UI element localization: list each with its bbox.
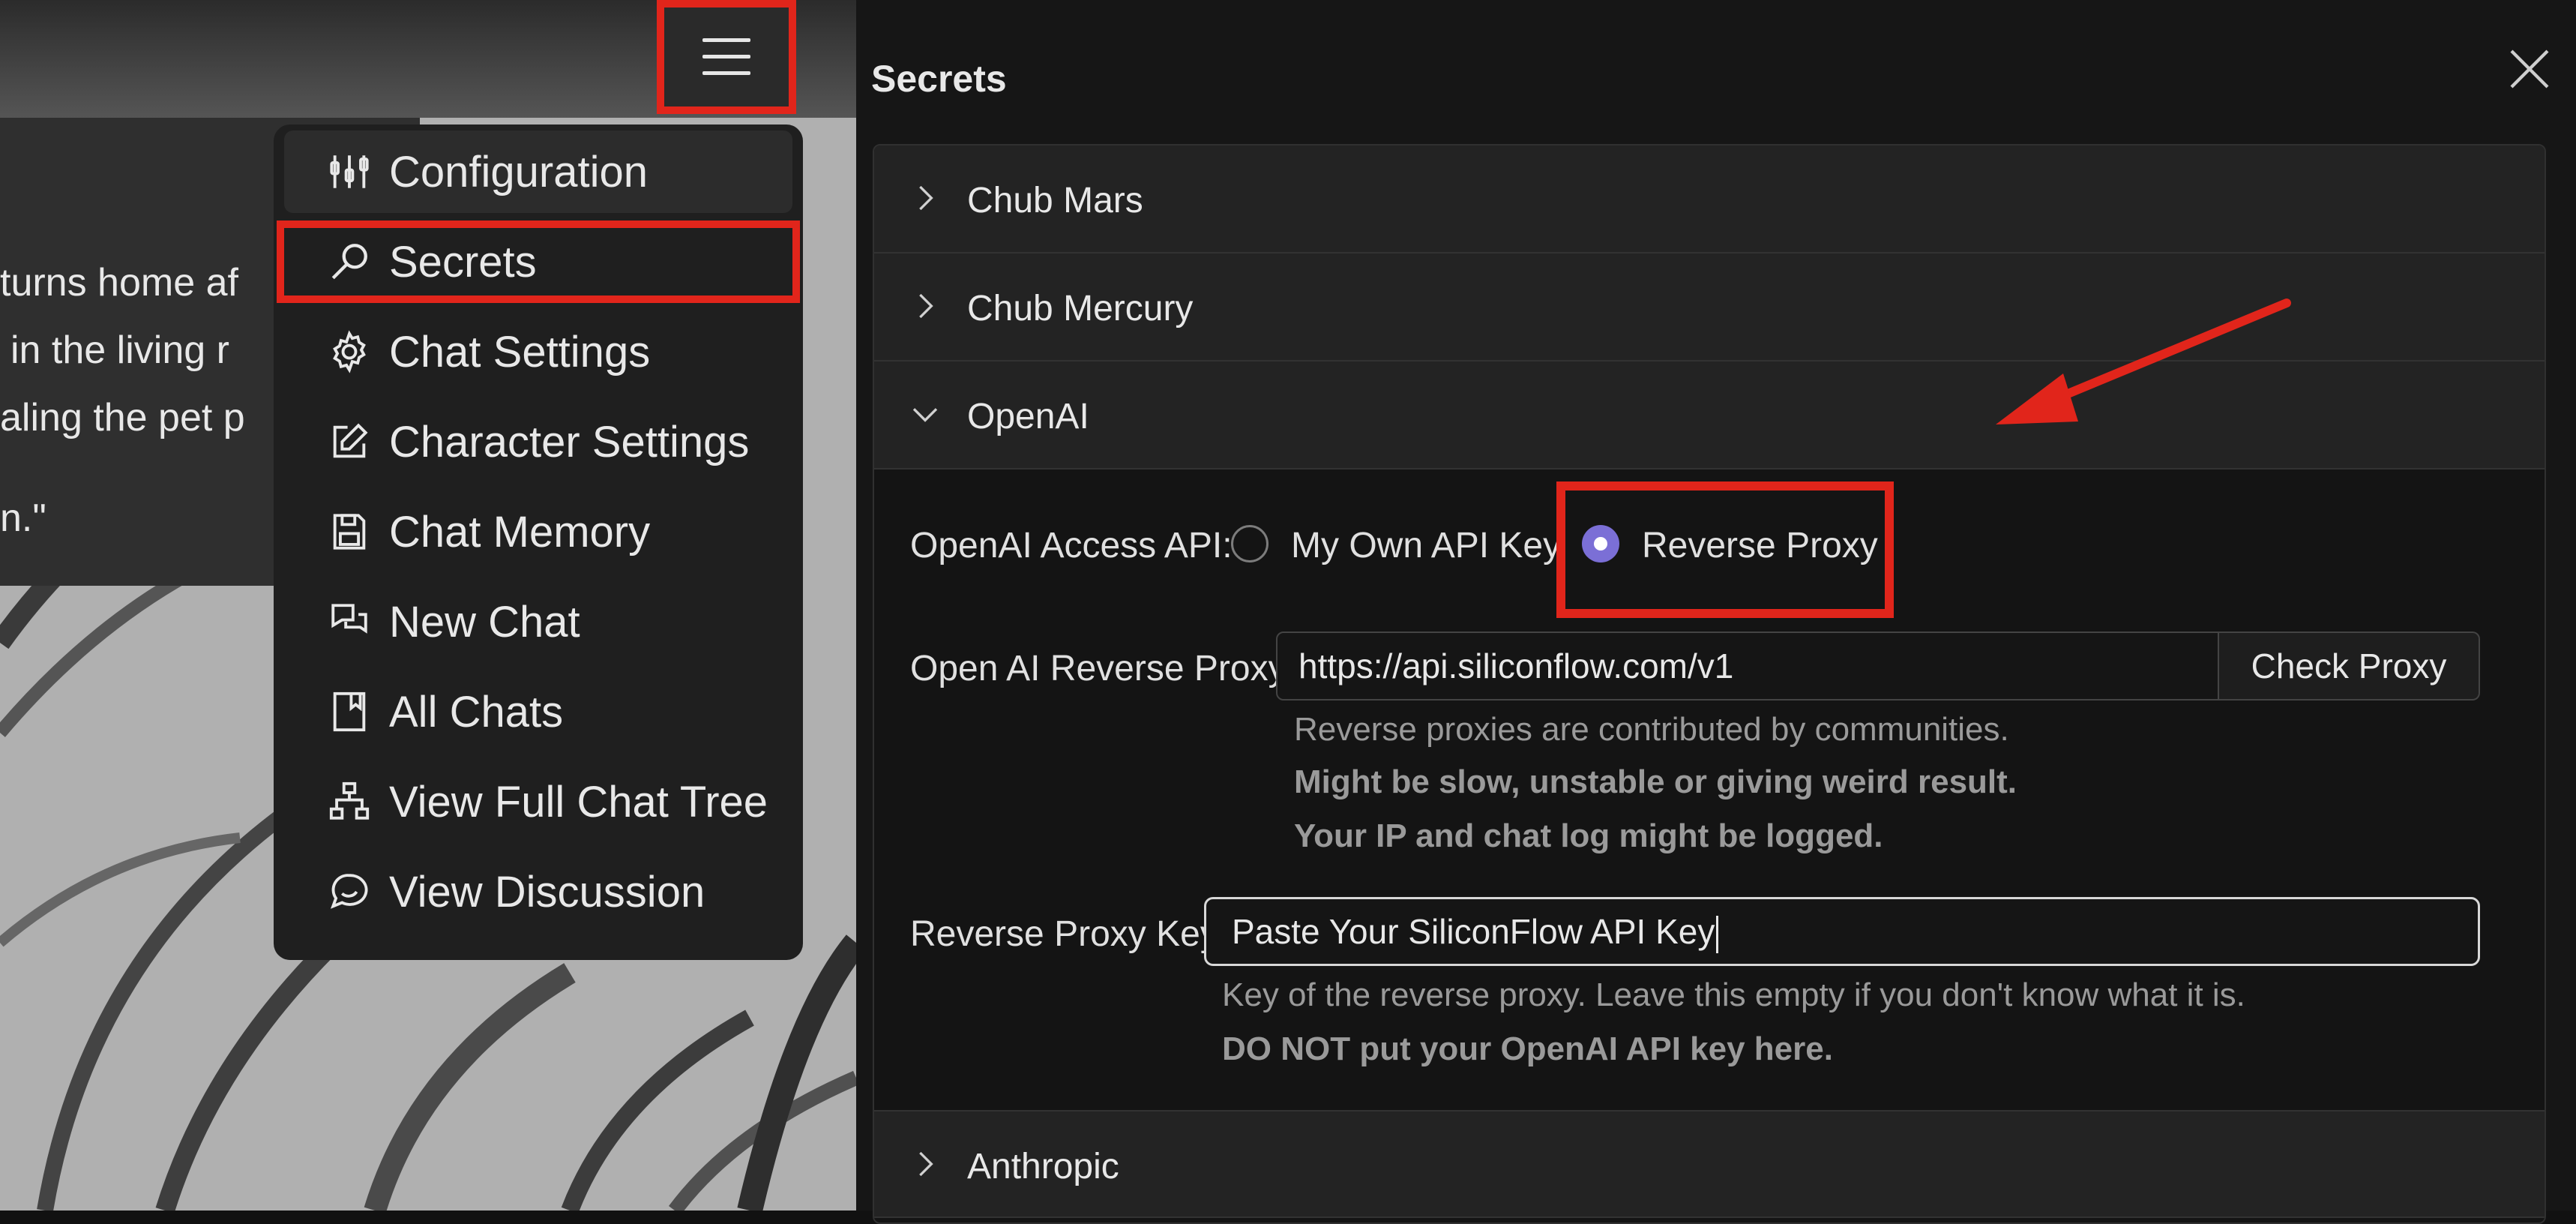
chat-bubbles-icon xyxy=(331,604,367,634)
chat-text-line: turns home af xyxy=(0,261,238,304)
bookmark-icon xyxy=(333,692,366,732)
sliders-icon xyxy=(330,155,369,188)
menu-item-label: Chat Memory xyxy=(389,507,651,556)
chat-text-line: n." xyxy=(0,496,46,540)
proxy-key-label: Reverse Proxy Key: xyxy=(910,914,1229,954)
menu-item-new-chat[interactable]: New Chat xyxy=(284,580,792,663)
chat-text-line: aling the pet p xyxy=(0,396,245,440)
menu-item-all-chats[interactable]: All Chats xyxy=(284,670,792,753)
menu-item-label: Secrets xyxy=(389,237,537,286)
proxy-key-hint: Key of the reverse proxy. Leave this emp… xyxy=(1222,976,2245,1013)
annotation-arrow xyxy=(1996,298,2291,424)
proxy-url-label: Open AI Reverse Proxy: xyxy=(910,649,1296,688)
menu-item-view-full-chat-tree[interactable]: View Full Chat Tree xyxy=(284,760,792,843)
chevron-down-icon xyxy=(912,408,938,422)
section-label: Chub Mercury xyxy=(967,289,1194,328)
proxy-key-value: Paste Your SiliconFlow API Key xyxy=(1232,912,1715,951)
options-menu: Configuration Secrets Chat Settings Char… xyxy=(274,124,803,960)
proxy-key-warning: DO NOT put your OpenAI API key here. xyxy=(1222,1030,1833,1067)
chevron-right-icon xyxy=(919,1151,933,1177)
menu-item-chat-memory[interactable]: Chat Memory xyxy=(284,490,792,573)
proxy-warning: Your IP and chat log might be logged. xyxy=(1294,818,1883,854)
proxy-key-input[interactable]: Paste Your SiliconFlow API Key xyxy=(1204,897,2480,966)
menu-item-label: Configuration xyxy=(389,147,648,196)
menu-item-label: Chat Settings xyxy=(389,327,651,376)
menu-item-label: View Discussion xyxy=(389,867,705,916)
highlight-box xyxy=(1556,482,1894,618)
proxy-url-input[interactable]: https://api.siliconflow.com/v1 xyxy=(1276,632,2219,700)
proxy-hint: Reverse proxies are contributed by commu… xyxy=(1294,711,2009,748)
section-chub-mars[interactable]: Chub Mars xyxy=(874,146,2545,254)
tree-icon xyxy=(329,782,370,820)
menu-button[interactable] xyxy=(657,0,796,114)
hamburger-icon xyxy=(702,38,750,76)
menu-item-secrets[interactable]: Secrets xyxy=(277,220,800,303)
gear-icon xyxy=(333,330,366,374)
discussion-icon xyxy=(330,874,368,909)
text-caret xyxy=(1716,915,1719,953)
menu-item-label: Character Settings xyxy=(389,417,750,466)
check-proxy-button[interactable]: Check Proxy xyxy=(2219,632,2480,700)
openai-access-label: OpenAI Access API: xyxy=(910,526,1233,566)
proxy-warning: Might be slow, unstable or giving weird … xyxy=(1294,764,2017,800)
radio-label-my-own-api-key[interactable]: My Own API Key xyxy=(1291,525,1561,566)
menu-item-configuration[interactable]: Configuration xyxy=(284,130,792,213)
menu-item-label: New Chat xyxy=(389,597,580,646)
chat-text-line: in the living r xyxy=(10,328,229,372)
app-background-pane: turns home af in the living r aling the … xyxy=(0,0,856,1210)
edit-icon xyxy=(333,423,368,458)
section-label: OpenAI xyxy=(967,397,1089,436)
close-icon[interactable] xyxy=(2506,45,2554,93)
menu-item-label: All Chats xyxy=(389,687,564,736)
section-label: Chub Mars xyxy=(967,181,1143,220)
key-icon xyxy=(331,244,367,280)
chevron-right-icon xyxy=(919,293,933,319)
panel-title: Secrets xyxy=(871,58,1007,100)
menu-item-chat-settings[interactable]: Chat Settings xyxy=(284,310,792,393)
menu-item-label: View Full Chat Tree xyxy=(389,777,768,826)
save-icon xyxy=(333,514,366,550)
section-anthropic[interactable]: Anthropic xyxy=(874,1110,2545,1218)
menu-item-view-discussion[interactable]: View Discussion xyxy=(284,850,792,933)
radio-my-own-api-key[interactable] xyxy=(1231,525,1269,562)
chevron-right-icon xyxy=(919,185,933,211)
menu-item-character-settings[interactable]: Character Settings xyxy=(284,400,792,483)
section-label: Anthropic xyxy=(967,1147,1119,1186)
secrets-panel: Secrets Chub Mars Chub Mercury OpenAI An… xyxy=(856,0,2576,1224)
